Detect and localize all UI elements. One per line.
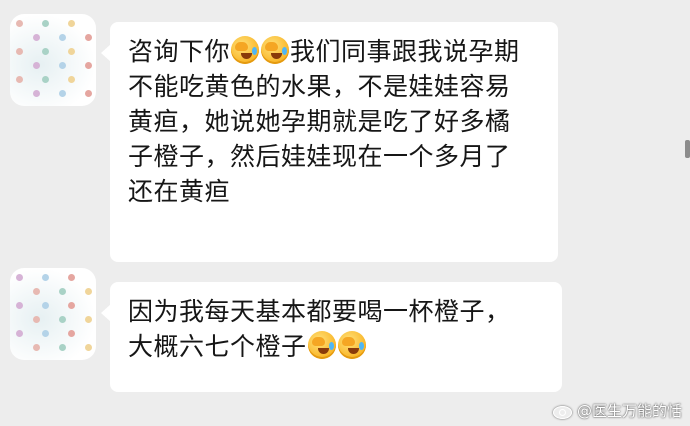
- avatar-dot: [33, 316, 40, 323]
- message-line: 因为我每天基本都要喝一杯橙子，: [128, 297, 511, 326]
- avatar-dot: [85, 288, 92, 295]
- message-bubble[interactable]: 咨询下你 我们同事跟我说孕期 不能吃黄色的水果，不是娃娃容易 黄疸，她说她孕期就是…: [101, 22, 558, 262]
- avatar-dot: [42, 76, 49, 83]
- watermark-text: @医生万能的恬: [576, 402, 682, 420]
- avatar-dot: [16, 20, 23, 27]
- message-line: 大概六七个橙子: [128, 329, 544, 364]
- avatar-dot: [42, 274, 49, 281]
- avatar-dot: [85, 34, 92, 41]
- avatar-dot: [59, 34, 66, 41]
- avatar-dot: [85, 62, 92, 69]
- avatar-dot: [68, 302, 75, 309]
- avatar-dot: [33, 90, 40, 97]
- avatar-dot: [33, 288, 40, 295]
- avatar-dot: [68, 330, 75, 337]
- avatar-dot: [59, 62, 66, 69]
- facepalm-emoji-icon: [337, 331, 366, 359]
- avatar-dot: [68, 20, 75, 27]
- message-line: 黄疸，她说她孕期就是吃了好多橘: [128, 107, 511, 136]
- facepalm-emoji-icon: [231, 36, 260, 64]
- message-line: 还在黄疸: [128, 177, 231, 206]
- scrollbar[interactable]: [685, 140, 690, 158]
- avatar-dot: [59, 288, 66, 295]
- avatar-dot: [42, 330, 49, 337]
- avatar-dot: [16, 330, 23, 337]
- avatar-dot: [16, 274, 23, 281]
- avatar-dot: [68, 274, 75, 281]
- avatar-dot: [16, 48, 23, 55]
- message-line: 不能吃黄色的水果，不是娃娃容易: [128, 72, 511, 101]
- avatar-dot: [59, 344, 66, 351]
- watermark: @医生万能的恬: [552, 400, 682, 421]
- avatar-dot: [85, 90, 92, 97]
- message-line: 咨询下你 我们同事跟我说孕期: [128, 36, 520, 66]
- avatar-dot: [68, 76, 75, 83]
- message-line: 子橙子，然后娃娃现在一个多月了: [128, 142, 511, 171]
- facepalm-emoji-icon: [307, 331, 336, 359]
- avatar-dot: [85, 316, 92, 323]
- avatar-dot: [33, 344, 40, 351]
- message-bubble[interactable]: 因为我每天基本都要喝一杯橙子， 大概六七个橙子: [101, 282, 562, 392]
- avatar-dot: [33, 34, 40, 41]
- avatar-dot: [59, 316, 66, 323]
- avatar-dot: [85, 344, 92, 351]
- avatar-dot: [33, 62, 40, 69]
- avatar-dot: [42, 48, 49, 55]
- avatar-dot: [42, 20, 49, 27]
- weibo-icon: [552, 403, 574, 419]
- facepalm-emoji-icon: [261, 36, 290, 64]
- contact-avatar[interactable]: [10, 268, 96, 360]
- contact-avatar[interactable]: [10, 14, 96, 106]
- avatar-dot: [59, 90, 66, 97]
- avatar-dot: [16, 302, 23, 309]
- avatar-dot: [68, 48, 75, 55]
- avatar-dot: [42, 302, 49, 309]
- avatar-dot: [16, 76, 23, 83]
